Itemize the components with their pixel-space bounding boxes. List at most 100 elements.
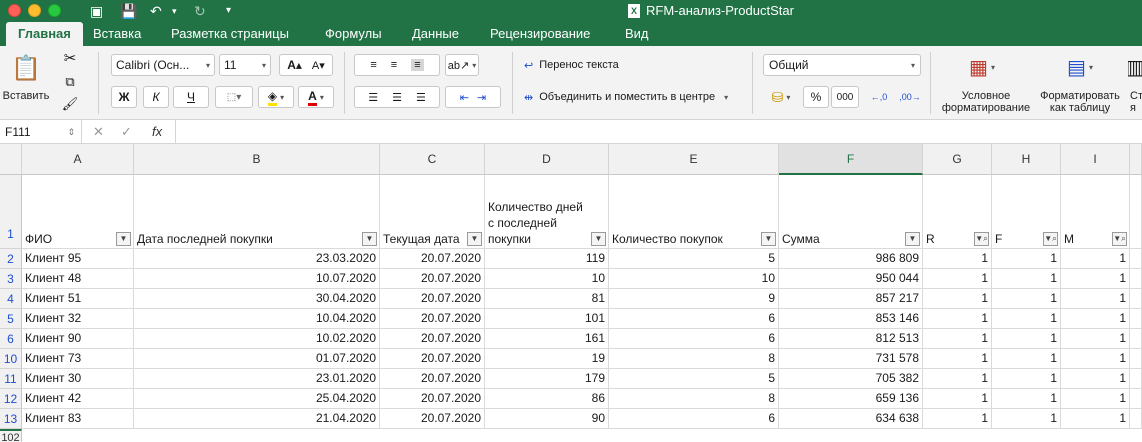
row-header[interactable]: 13 xyxy=(0,409,22,429)
cell-days-since[interactable]: 161 xyxy=(485,329,609,349)
align-middle-icon[interactable]: ≡ xyxy=(391,59,397,71)
cell-client-name[interactable]: Клиент 73 xyxy=(22,349,134,369)
cell-m-score[interactable]: 1 xyxy=(1061,289,1130,309)
cell-current-date[interactable]: 20.07.2020 xyxy=(380,389,485,409)
filter-dropdown-icon[interactable]: ▼ xyxy=(761,232,776,246)
cell-sum[interactable]: 857 217 xyxy=(779,289,923,309)
cell-sum[interactable]: 634 638 xyxy=(779,409,923,429)
row-header[interactable]: 10 xyxy=(0,349,22,369)
font-name-select[interactable]: Calibri (Осн... ▾ xyxy=(111,54,215,76)
filter-dropdown-icon[interactable]: ▼ xyxy=(591,232,606,246)
column-header-f[interactable]: F xyxy=(779,144,923,175)
cell-client-name[interactable]: Клиент 90 xyxy=(22,329,134,349)
cell-current-date[interactable]: 20.07.2020 xyxy=(380,309,485,329)
empty-cell[interactable] xyxy=(1130,409,1142,429)
cell-f-score[interactable]: 1 xyxy=(992,389,1061,409)
select-all-corner[interactable] xyxy=(0,144,22,175)
formula-input[interactable] xyxy=(175,120,1142,144)
save-icon[interactable]: 💾 xyxy=(120,3,137,19)
cell-current-date[interactable]: 20.07.2020 xyxy=(380,409,485,429)
column-header-c[interactable]: C xyxy=(380,144,485,175)
cell-m-score[interactable]: 1 xyxy=(1061,389,1130,409)
header-cell-days-since[interactable]: Количество дней с последней покупки ▼ xyxy=(485,175,609,249)
number-format-select[interactable]: Общий ▾ xyxy=(763,54,921,76)
cell-m-score[interactable]: 1 xyxy=(1061,249,1130,269)
close-window-button[interactable] xyxy=(8,4,21,17)
cell-purchase-count[interactable]: 5 xyxy=(609,249,779,269)
cell-styles-label[interactable]: Ст я xyxy=(1130,90,1142,114)
filter-dropdown-icon[interactable]: ▼ xyxy=(116,232,131,246)
cell-r-score[interactable]: 1 xyxy=(923,329,992,349)
increase-indent-icon[interactable]: ⇥ xyxy=(477,91,486,104)
cell-days-since[interactable]: 179 xyxy=(485,369,609,389)
cell-r-score[interactable]: 1 xyxy=(923,249,992,269)
cell-f-score[interactable]: 1 xyxy=(992,329,1061,349)
cell-f-score[interactable]: 1 xyxy=(992,249,1061,269)
empty-cell[interactable] xyxy=(1130,289,1142,309)
cell-sum[interactable]: 986 809 xyxy=(779,249,923,269)
align-top-icon[interactable]: ≡ xyxy=(370,59,376,71)
empty-cell[interactable] xyxy=(1130,349,1142,369)
tab-review[interactable]: Рецензирование xyxy=(478,22,602,46)
header-cell-purchase-count[interactable]: Количество покупок ▼ xyxy=(609,175,779,249)
copy-icon[interactable]: ⧉ xyxy=(60,72,80,92)
tab-data[interactable]: Данные xyxy=(400,22,471,46)
cell-last-purchase-date[interactable]: 23.03.2020 xyxy=(134,249,380,269)
tab-page-layout[interactable]: Разметка страницы xyxy=(159,22,301,46)
cell-sum[interactable]: 950 044 xyxy=(779,269,923,289)
cell-client-name[interactable]: Клиент 51 xyxy=(22,289,134,309)
maximize-window-button[interactable] xyxy=(48,4,61,17)
cell-sum[interactable]: 812 513 xyxy=(779,329,923,349)
column-header-d[interactable]: D xyxy=(485,144,609,175)
undo-icon[interactable]: ↶ xyxy=(150,3,162,19)
cell-purchase-count[interactable]: 8 xyxy=(609,389,779,409)
row-header-1[interactable]: 1 xyxy=(0,175,22,249)
filter-dropdown-icon[interactable]: ▼ xyxy=(362,232,377,246)
filter-applied-icon[interactable]: ▼⌕ xyxy=(1112,232,1127,246)
bold-button[interactable]: Ж xyxy=(111,86,137,108)
header-cell-fio[interactable]: ФИО ▼ xyxy=(22,175,134,249)
cell-purchase-count[interactable]: 6 xyxy=(609,409,779,429)
cell-m-score[interactable]: 1 xyxy=(1061,409,1130,429)
cell-m-score[interactable]: 1 xyxy=(1061,269,1130,289)
row-header[interactable]: 3 xyxy=(0,269,22,289)
decrease-indent-icon[interactable]: ⇤ xyxy=(460,91,469,104)
cell-r-score[interactable]: 1 xyxy=(923,349,992,369)
redo-icon[interactable]: ↻ xyxy=(194,3,206,19)
column-header-i[interactable]: I xyxy=(1061,144,1130,175)
align-left-icon[interactable]: ☰ xyxy=(368,91,378,104)
tab-view[interactable]: Вид xyxy=(613,22,661,46)
font-color-icon[interactable]: A ▾ xyxy=(298,86,334,108)
cell-r-score[interactable]: 1 xyxy=(923,409,992,429)
cell-current-date[interactable]: 20.07.2020 xyxy=(380,369,485,389)
empty-cell[interactable] xyxy=(1130,249,1142,269)
cell-sum[interactable]: 853 146 xyxy=(779,309,923,329)
align-bottom-icon[interactable]: ≡ xyxy=(411,59,424,71)
conditional-formatting-icon[interactable]: ▦ ▾ xyxy=(962,52,1002,82)
cut-icon[interactable]: ✂ xyxy=(60,48,80,68)
empty-cell[interactable] xyxy=(1130,175,1142,249)
cell-current-date[interactable]: 20.07.2020 xyxy=(380,329,485,349)
cell-purchase-count[interactable]: 10 xyxy=(609,269,779,289)
column-header-a[interactable]: A xyxy=(22,144,134,175)
cell-last-purchase-date[interactable]: 21.04.2020 xyxy=(134,409,380,429)
fill-color-icon[interactable]: ◈ ▾ xyxy=(258,86,294,108)
cell-f-score[interactable]: 1 xyxy=(992,349,1061,369)
filter-applied-icon[interactable]: ▼⌕ xyxy=(974,232,989,246)
empty-cell[interactable] xyxy=(1130,389,1142,409)
underline-button[interactable]: Ч xyxy=(173,86,209,108)
shrink-font-icon[interactable]: A▾ xyxy=(312,59,325,72)
cell-purchase-count[interactable]: 6 xyxy=(609,309,779,329)
header-cell-sum[interactable]: Сумма ▼ xyxy=(779,175,923,249)
cell-m-score[interactable]: 1 xyxy=(1061,329,1130,349)
cell-sum[interactable]: 705 382 xyxy=(779,369,923,389)
row-header[interactable]: 5 xyxy=(0,309,22,329)
cell-days-since[interactable]: 81 xyxy=(485,289,609,309)
cell-f-score[interactable]: 1 xyxy=(992,369,1061,389)
cell-f-score[interactable]: 1 xyxy=(992,409,1061,429)
cell-days-since[interactable]: 119 xyxy=(485,249,609,269)
cell-last-purchase-date[interactable]: 10.07.2020 xyxy=(134,269,380,289)
cell-last-purchase-date[interactable]: 01.07.2020 xyxy=(134,349,380,369)
cell-last-purchase-date[interactable]: 10.02.2020 xyxy=(134,329,380,349)
minimize-window-button[interactable] xyxy=(28,4,41,17)
